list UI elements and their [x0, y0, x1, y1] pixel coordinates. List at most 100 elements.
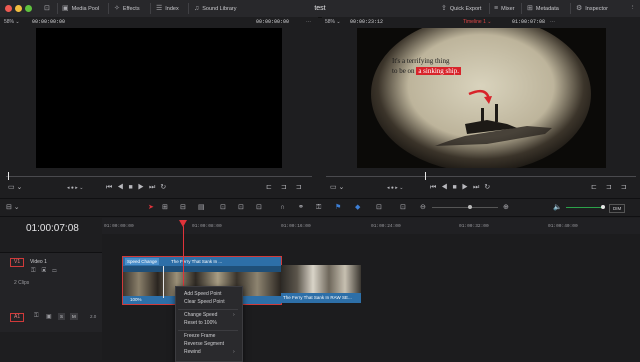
volume-slider-handle[interactable]: [601, 205, 605, 209]
speaker-icon[interactable]: 🔈: [553, 202, 562, 214]
submenu-arrow-icon: ›: [233, 312, 235, 318]
blade-tool-icon[interactable]: ▤: [198, 202, 205, 214]
frame-text-prefix: to be on: [392, 67, 415, 75]
inspector-button[interactable]: ⚙ Inspector: [576, 0, 608, 17]
zoom-slider-handle[interactable]: [468, 205, 472, 209]
dynamic-trim-icon[interactable]: ⊟: [180, 202, 186, 214]
timeline-viewer-zoom-label: 58%: [325, 19, 336, 25]
menu-item-change-speed[interactable]: Change Speed: [184, 312, 217, 318]
timeline-viewer-duration: 00:00:23:12: [350, 19, 384, 25]
timeline-selector[interactable]: Timeline 1 ⌄: [463, 17, 491, 28]
flag-icon[interactable]: ⚑: [335, 202, 341, 214]
timeline-viewer[interactable]: It's a terrifying thing to be on a sinki…: [357, 28, 606, 168]
audio-track-header: A1 ⚿ ▣ S M 2.0: [0, 308, 102, 332]
menu-item-reverse-segment[interactable]: Reverse Segment: [184, 341, 224, 347]
zoom-fit-icon[interactable]: ⊡: [376, 202, 382, 214]
audio-lock-icon[interactable]: ⚿: [34, 313, 39, 320]
video-track-id[interactable]: V1: [10, 258, 25, 267]
audio-track-id[interactable]: A1: [10, 313, 25, 322]
timeline-view-mode-icon[interactable]: ▭ ⌄: [330, 183, 344, 193]
zoom-in-icon[interactable]: ⊕: [503, 202, 509, 214]
index-button[interactable]: ☰ Index: [156, 0, 179, 17]
timeline-transport-controls[interactable]: ⏮◀■▶⏭↻: [430, 183, 495, 193]
zoom-out-icon[interactable]: ⊖: [420, 202, 426, 214]
mixer-label: Mixer: [501, 6, 515, 12]
volume-slider[interactable]: [566, 207, 604, 208]
source-view-mode-icon[interactable]: ▭ ⌄: [8, 183, 22, 193]
mute-button[interactable]: M: [70, 313, 78, 320]
inspector-label: Inspector: [585, 6, 608, 12]
clip-2-thumbnails: [281, 265, 361, 293]
ruler-label: 01:00:24:00: [371, 224, 401, 229]
source-viewer[interactable]: [36, 28, 282, 168]
overwrite-clip-icon[interactable]: ⊡: [238, 202, 244, 214]
sound-library-button[interactable]: ♫ Sound Library: [194, 0, 237, 17]
inspector-icon: ⚙: [576, 5, 583, 12]
source-playhead[interactable]: [8, 172, 9, 180]
replace-clip-icon[interactable]: ⊡: [256, 202, 262, 214]
index-label: Index: [165, 6, 179, 12]
mixer-button[interactable]: ≡ Mixer: [494, 0, 515, 17]
ruler-label: 01:00:32:00: [459, 224, 489, 229]
source-viewer-options-icon[interactable]: ⋯: [306, 17, 311, 28]
minimize-window-button[interactable]: [15, 5, 22, 12]
timeline-viewer-header: 58% ⌄ 00:00:23:12 Timeline 1 ⌄ 01:00:07:…: [322, 17, 640, 28]
menu-item-add-speed-point[interactable]: Add Speed Point: [184, 291, 222, 297]
app-title: test: [314, 5, 326, 12]
timeline-viewer-playhead[interactable]: [425, 172, 426, 180]
snapping-icon[interactable]: ∩: [280, 202, 285, 214]
marker-icon[interactable]: ◆: [355, 202, 360, 214]
quick-export-button[interactable]: ⇪ Quick Export: [441, 0, 481, 17]
clip-2[interactable]: The Ferry That Sank In RAW SE...: [281, 265, 361, 303]
timeline-jog-icon[interactable]: ◂ ● ▸ ⌄: [387, 183, 403, 193]
insert-clip-icon[interactable]: ⊡: [220, 202, 226, 214]
menu-item-rewind[interactable]: Rewind: [184, 349, 201, 355]
media-pool-icon: ▣: [62, 5, 69, 12]
menu-item-freeze-frame[interactable]: Freeze Frame: [184, 333, 215, 339]
source-scrubber[interactable]: [6, 176, 312, 177]
effects-button[interactable]: ✧ Effects: [114, 0, 140, 17]
playhead-handle-icon[interactable]: [179, 220, 187, 227]
video-track-toggles[interactable]: ⚿▣▭: [31, 268, 63, 275]
dim-button[interactable]: DIM: [609, 204, 626, 213]
frame-text-highlight: a sinking ship.: [416, 67, 461, 75]
audio-record-icon[interactable]: ▣: [46, 313, 52, 320]
timeline-viewer-options-icon[interactable]: ⋯: [550, 17, 555, 28]
link-icon[interactable]: ⚭: [298, 202, 304, 214]
lock-icon[interactable]: ⚿: [316, 202, 321, 214]
source-jog-icon[interactable]: ◂ ● ▸ ⌄: [67, 183, 83, 193]
custom-zoom-icon[interactable]: ⊡: [400, 202, 406, 214]
timeline-viewer-timecode: 01:00:07:08: [512, 19, 546, 25]
source-mark-controls[interactable]: ⊏⊐⊐: [266, 183, 311, 193]
more-options-icon[interactable]: ⋮: [630, 0, 636, 17]
video-track-header: V1 Video 1 ⚿▣▭ 2 Clips: [0, 252, 102, 310]
quick-export-label: Quick Export: [449, 6, 482, 12]
timeline-mark-controls[interactable]: ⊏⊐⊐: [591, 183, 636, 193]
zoom-slider[interactable]: [432, 207, 498, 208]
video-track-name: Video 1: [30, 259, 47, 265]
timeline-viewer-zoom[interactable]: 58% ⌄: [325, 17, 341, 28]
source-zoom[interactable]: 58% ⌄: [4, 17, 20, 28]
close-window-button[interactable]: [5, 5, 12, 12]
metadata-button[interactable]: ⊞ Metadata: [527, 0, 559, 17]
source-viewer-header: 58% ⌄ 00:00:00:00 00:00:00:00 ⋯: [0, 17, 318, 28]
sound-library-label: Sound Library: [202, 6, 237, 12]
trim-tool-icon[interactable]: ⊞: [162, 202, 168, 214]
zoom-window-button[interactable]: [25, 5, 32, 12]
solo-button[interactable]: S: [58, 313, 66, 320]
clip-2-name: The Ferry That Sank In RAW SE...: [283, 295, 352, 300]
media-pool-button[interactable]: ▣ Media Pool: [62, 0, 99, 17]
panel-toggle-icon[interactable]: ⊡: [44, 0, 53, 17]
selection-tool-icon[interactable]: ➤: [148, 202, 154, 214]
speed-point[interactable]: [163, 266, 164, 298]
mixer-icon: ≡: [494, 5, 499, 12]
timeline-scrubber[interactable]: [326, 176, 636, 177]
index-icon: ☰: [156, 5, 163, 12]
ruler-label: 01:00:00:00: [104, 224, 134, 229]
source-zoom-label: 58%: [4, 19, 15, 25]
timeline-options-icon[interactable]: ⊟ ⌄: [6, 202, 20, 214]
ruler-label: 01:00:16:00: [281, 224, 311, 229]
source-transport-controls[interactable]: ⏮◀■▶⏭↻: [106, 183, 171, 193]
menu-item-reset-speed[interactable]: Reset to 100%: [184, 320, 217, 326]
menu-item-clear-speed-point[interactable]: Clear Speed Point: [184, 299, 225, 305]
